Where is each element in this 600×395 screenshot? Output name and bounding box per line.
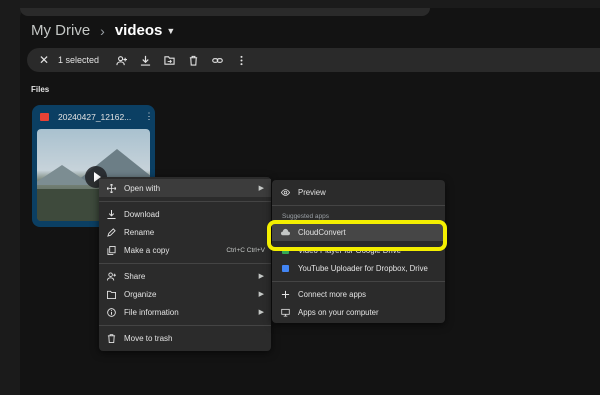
rename-icon <box>105 226 117 238</box>
video-player-swatch <box>281 246 289 254</box>
drive-page: My Drive › videos ▼ ✕ 1 selected Files 2… <box>0 0 600 395</box>
submenu-item-label: YouTube Uploader for Dropbox, Drive <box>298 263 428 273</box>
menu-item-label: Share <box>124 271 146 281</box>
copy-icon <box>105 244 117 256</box>
video-file-icon <box>40 112 49 121</box>
submenu-item-label: Video Player for Google Drive <box>298 245 402 255</box>
cloudconvert-icon <box>279 226 291 238</box>
menu-item-label: File information <box>124 307 179 317</box>
menu-item-rename[interactable]: Rename <box>99 223 271 241</box>
chevron-right-icon: ▶ <box>258 185 264 192</box>
computer-icon <box>279 306 291 318</box>
menu-divider <box>272 205 445 206</box>
more-vert-icon[interactable]: ⋮ <box>143 111 155 122</box>
link-icon[interactable] <box>205 48 229 72</box>
menu-item-file-information[interactable]: File information ▶ <box>99 303 271 321</box>
menu-item-label: Download <box>124 209 160 219</box>
submenu-item-preview[interactable]: Preview <box>272 183 445 201</box>
trash-icon[interactable] <box>181 48 205 72</box>
thumbnail-hill <box>37 165 92 185</box>
close-icon[interactable]: ✕ <box>35 53 53 67</box>
menu-item-download[interactable]: Download <box>99 205 271 223</box>
selection-count: 1 selected <box>58 55 100 65</box>
submenu-item-connect-more-apps[interactable]: Connect more apps <box>272 285 445 303</box>
trash-icon <box>105 332 117 344</box>
chevron-right-icon: ▶ <box>258 273 264 280</box>
menu-divider <box>99 263 271 264</box>
caret-down-icon: ▼ <box>166 25 176 36</box>
chevron-right-icon: ▶ <box>258 291 264 298</box>
menu-divider <box>99 325 271 326</box>
move-to-folder-icon[interactable] <box>157 48 181 72</box>
video-player-icon <box>279 244 291 256</box>
suggested-apps-label: Suggested apps <box>282 213 329 220</box>
menu-item-label: Organize <box>124 289 157 299</box>
file-card-header: 20240427_12162... ⋮ <box>32 105 155 128</box>
submenu-item-label: Connect more apps <box>298 289 367 299</box>
share-icon <box>105 270 117 282</box>
plus-icon <box>279 288 291 300</box>
context-menu: Open with ▶ Download Rename Make a copy … <box>99 177 271 351</box>
menu-item-label: Make a copy <box>124 245 170 255</box>
download-icon <box>105 208 117 220</box>
menu-item-label: Open with <box>124 183 161 193</box>
submenu-item-label: Apps on your computer <box>298 307 379 317</box>
submenu-item-youtube-uploader[interactable]: YouTube Uploader for Dropbox, Drive <box>272 259 445 277</box>
info-icon <box>105 306 117 318</box>
menu-item-open-with[interactable]: Open with ▶ <box>99 179 271 197</box>
eye-icon <box>279 186 291 198</box>
menu-item-label: Rename <box>124 227 155 237</box>
submenu-item-label: Preview <box>298 187 326 197</box>
file-name: 20240427_12162... <box>58 111 132 122</box>
folder-name: videos <box>114 22 163 39</box>
youtube-uploader-swatch <box>281 264 289 272</box>
breadcrumb: My Drive › videos ▼ <box>31 22 175 39</box>
more-vert-icon[interactable] <box>229 48 253 72</box>
submenu-item-cloudconvert[interactable]: CloudConvert <box>272 223 445 241</box>
menu-item-organize[interactable]: Organize ▶ <box>99 285 271 303</box>
folder-icon <box>105 288 117 300</box>
download-icon[interactable] <box>133 48 157 72</box>
submenu-item-label: CloudConvert <box>298 227 346 237</box>
menu-item-share[interactable]: Share ▶ <box>99 267 271 285</box>
search-bar-edge[interactable] <box>20 8 430 16</box>
files-section-label: Files <box>31 85 50 94</box>
chevron-right-icon: › <box>100 22 105 39</box>
breadcrumb-my-drive[interactable]: My Drive <box>31 22 90 39</box>
breadcrumb-current-folder[interactable]: videos ▼ <box>115 22 175 39</box>
chevron-right-icon: ▶ <box>258 309 264 316</box>
menu-divider <box>272 281 445 282</box>
menu-item-make-copy[interactable]: Make a copy Ctrl+C Ctrl+V <box>99 241 271 259</box>
menu-divider <box>99 201 271 202</box>
menu-item-label: Move to trash <box>124 333 173 343</box>
share-icon[interactable] <box>109 48 133 72</box>
submenu-item-apps-on-computer[interactable]: Apps on your computer <box>272 303 445 321</box>
selection-toolbar: ✕ 1 selected <box>27 48 600 72</box>
keyboard-shortcut: Ctrl+C Ctrl+V <box>226 246 265 254</box>
submenu-item-video-player[interactable]: Video Player for Google Drive <box>272 241 445 259</box>
youtube-uploader-icon <box>279 262 291 274</box>
open-with-icon <box>105 182 117 194</box>
open-with-submenu: Preview Suggested apps CloudConvert Vide… <box>272 180 445 323</box>
menu-item-move-to-trash[interactable]: Move to trash <box>99 329 271 347</box>
